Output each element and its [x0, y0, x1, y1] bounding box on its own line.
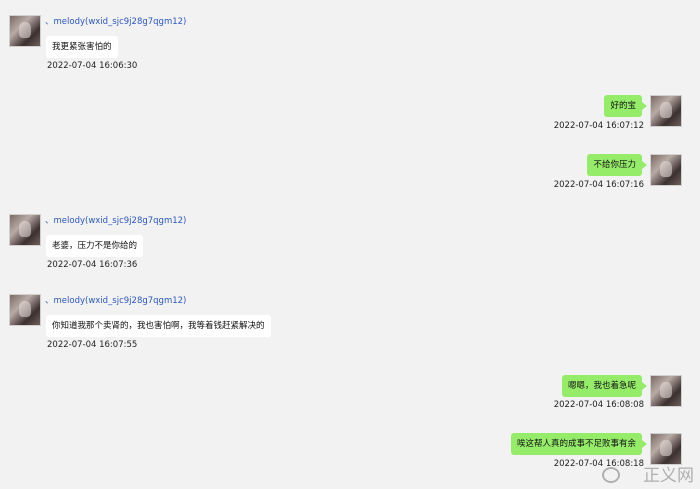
watermark: 正义网: [643, 466, 694, 486]
message-timestamp: 2022-07-04 16:07:55: [47, 340, 138, 350]
message-bubble-outgoing[interactable]: 嗯嗯，我也着急呢: [561, 375, 648, 397]
message-timestamp: 2022-07-04 16:07:36: [47, 260, 138, 270]
message-bubble-outgoing[interactable]: 不给你压力: [587, 154, 647, 176]
contact-avatar[interactable]: [9, 294, 41, 326]
message-bubble-incoming[interactable]: 你知道我那个卖肾的，我也害怕啊，我等着钱赶紧解决的: [46, 315, 271, 337]
message-bubble-outgoing[interactable]: 唉这帮人真的成事不足败事有余: [510, 433, 648, 455]
user-avatar[interactable]: [650, 154, 682, 186]
message-bubble-incoming[interactable]: 我更紧张害怕的: [46, 36, 118, 58]
message-bubble-incoming[interactable]: 老婆，压力不是你给的: [46, 235, 144, 257]
user-avatar[interactable]: [650, 95, 682, 127]
message-timestamp: 2022-07-04 16:06:30: [47, 61, 138, 71]
message-timestamp: 2022-07-04 16:08:08: [553, 400, 644, 410]
contact-avatar[interactable]: [9, 214, 41, 246]
sender-name: 、melody(wxid_sjc9j28g7qgm12): [45, 17, 187, 27]
contact-avatar[interactable]: [9, 15, 41, 47]
weibo-icon: [602, 467, 620, 483]
message-bubble-outgoing[interactable]: 好的宝: [604, 95, 647, 117]
user-avatar[interactable]: [650, 375, 682, 407]
sender-name: 、melody(wxid_sjc9j28g7qgm12): [45, 296, 187, 306]
message-timestamp: 2022-07-04 16:07:16: [553, 180, 644, 190]
message-timestamp: 2022-07-04 16:07:12: [553, 121, 644, 131]
message-timestamp: 2022-07-04 16:08:18: [553, 459, 644, 469]
sender-name: 、melody(wxid_sjc9j28g7qgm12): [45, 216, 187, 226]
